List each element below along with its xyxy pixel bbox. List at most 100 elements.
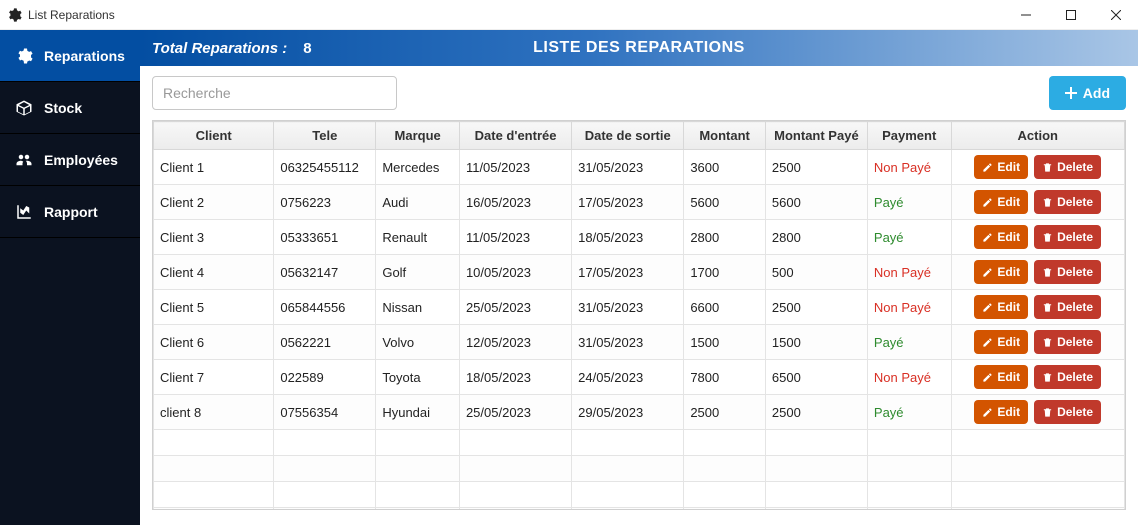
- table-row[interactable]: Client 7022589Toyota18/05/202324/05/2023…: [154, 360, 1125, 395]
- delete-button[interactable]: Delete: [1034, 260, 1101, 284]
- column-header[interactable]: Payment: [867, 122, 951, 150]
- delete-button[interactable]: Delete: [1034, 365, 1101, 389]
- cell-tele: 022589: [274, 360, 376, 395]
- edit-button[interactable]: Edit: [974, 365, 1028, 389]
- table-row[interactable]: Client 5065844556Nissan25/05/202331/05/2…: [154, 290, 1125, 325]
- table-row[interactable]: Client 405632147Golf10/05/202317/05/2023…: [154, 255, 1125, 290]
- table-row[interactable]: Client 305333651Renault11/05/202318/05/2…: [154, 220, 1125, 255]
- cell-payment: Payé: [867, 220, 951, 255]
- table-container[interactable]: ClientTeleMarqueDate d'entréeDate de sor…: [152, 120, 1126, 510]
- main-content: Total Reparations : 8 LISTE DES REPARATI…: [140, 30, 1138, 525]
- pencil-icon: [982, 267, 993, 278]
- trash-icon: [1042, 337, 1053, 348]
- cell-tele: 07556354: [274, 395, 376, 430]
- table-row[interactable]: Client 20756223Audi16/05/202317/05/20235…: [154, 185, 1125, 220]
- cell-montant-paye: 6500: [765, 360, 867, 395]
- cell-montant: 6600: [684, 290, 766, 325]
- sidebar-item-rapport[interactable]: Rapport: [0, 186, 140, 238]
- cell-action: EditDelete: [951, 220, 1124, 255]
- delete-button[interactable]: Delete: [1034, 225, 1101, 249]
- sidebar-item-reparations[interactable]: Reparations: [0, 30, 140, 82]
- cell-marque: Nissan: [376, 290, 460, 325]
- cell-montant-paye: 5600: [765, 185, 867, 220]
- trash-icon: [1042, 267, 1053, 278]
- cell-payment: Non Payé: [867, 360, 951, 395]
- column-header[interactable]: Marque: [376, 122, 460, 150]
- edit-label: Edit: [997, 160, 1020, 174]
- cell-montant: 5600: [684, 185, 766, 220]
- table-row[interactable]: Client 106325455112Mercedes11/05/202331/…: [154, 150, 1125, 185]
- edit-button[interactable]: Edit: [974, 400, 1028, 424]
- cell-sortie: 18/05/2023: [572, 220, 684, 255]
- delete-button[interactable]: Delete: [1034, 155, 1101, 179]
- edit-button[interactable]: Edit: [974, 190, 1028, 214]
- pencil-icon: [982, 407, 993, 418]
- edit-button[interactable]: Edit: [974, 260, 1028, 284]
- cell-payment: Payé: [867, 185, 951, 220]
- column-header[interactable]: Tele: [274, 122, 376, 150]
- pencil-icon: [982, 162, 993, 173]
- trash-icon: [1042, 232, 1053, 243]
- total-count: 8: [303, 40, 311, 57]
- edit-label: Edit: [997, 300, 1020, 314]
- delete-label: Delete: [1057, 370, 1093, 384]
- edit-button[interactable]: Edit: [974, 330, 1028, 354]
- cell-montant: 7800: [684, 360, 766, 395]
- close-button[interactable]: [1093, 0, 1138, 30]
- delete-button[interactable]: Delete: [1034, 400, 1101, 424]
- cell-montant-paye: 2500: [765, 290, 867, 325]
- cell-montant-paye: 2800: [765, 220, 867, 255]
- cell-client: Client 5: [154, 290, 274, 325]
- cell-payment: Non Payé: [867, 255, 951, 290]
- column-header[interactable]: Date d'entrée: [459, 122, 571, 150]
- edit-label: Edit: [997, 335, 1020, 349]
- cell-action: Edit Delete: [951, 290, 1124, 325]
- minimize-button[interactable]: [1003, 0, 1048, 30]
- cell-sortie: 31/05/2023: [572, 325, 684, 360]
- payment-status: Payé: [874, 195, 904, 210]
- cell-action: Edit Delete: [951, 325, 1124, 360]
- table-row[interactable]: Client 60562221Volvo12/05/202331/05/2023…: [154, 325, 1125, 360]
- cell-montant: 1500: [684, 325, 766, 360]
- column-header[interactable]: Date de sortie: [572, 122, 684, 150]
- cell-client: client 8: [154, 395, 274, 430]
- column-header[interactable]: Montant Payé: [765, 122, 867, 150]
- cell-sortie: 31/05/2023: [572, 290, 684, 325]
- maximize-button[interactable]: [1048, 0, 1093, 30]
- cell-marque: Toyota: [376, 360, 460, 395]
- cell-sortie: 24/05/2023: [572, 360, 684, 395]
- add-button[interactable]: Add: [1049, 76, 1126, 110]
- cell-payment: Non Payé: [867, 290, 951, 325]
- delete-button[interactable]: Delete: [1034, 190, 1101, 214]
- reparations-table: ClientTeleMarqueDate d'entréeDate de sor…: [153, 121, 1125, 510]
- window-title: List Reparations: [28, 8, 115, 22]
- sidebar-item-stock[interactable]: Stock: [0, 82, 140, 134]
- plus-icon: [1065, 87, 1077, 99]
- cell-tele: 065844556: [274, 290, 376, 325]
- cell-payment: Payé: [867, 395, 951, 430]
- table-row[interactable]: client 807556354Hyundai25/05/202329/05/2…: [154, 395, 1125, 430]
- delete-button[interactable]: Delete: [1034, 295, 1101, 319]
- cell-client: Client 6: [154, 325, 274, 360]
- cell-montant: 1700: [684, 255, 766, 290]
- sidebar-item-label: Rapport: [44, 204, 98, 220]
- search-input[interactable]: [152, 76, 397, 110]
- cell-entree: 12/05/2023: [459, 325, 571, 360]
- sidebar-item-employées[interactable]: Employées: [0, 134, 140, 186]
- edit-label: Edit: [997, 370, 1020, 384]
- cell-entree: 16/05/2023: [459, 185, 571, 220]
- column-header[interactable]: Action: [951, 122, 1124, 150]
- cell-tele: 0562221: [274, 325, 376, 360]
- sidebar: ReparationsStockEmployées Rapport: [0, 30, 140, 525]
- cell-montant-paye: 2500: [765, 395, 867, 430]
- edit-button[interactable]: Edit: [974, 225, 1028, 249]
- edit-button[interactable]: Edit: [974, 295, 1028, 319]
- cell-tele: 06325455112: [274, 150, 376, 185]
- delete-button[interactable]: Delete: [1034, 330, 1101, 354]
- table-row-empty: [154, 456, 1125, 482]
- edit-button[interactable]: Edit: [974, 155, 1028, 179]
- table-row-empty: [154, 430, 1125, 456]
- cell-entree: 25/05/2023: [459, 395, 571, 430]
- column-header[interactable]: Montant: [684, 122, 766, 150]
- column-header[interactable]: Client: [154, 122, 274, 150]
